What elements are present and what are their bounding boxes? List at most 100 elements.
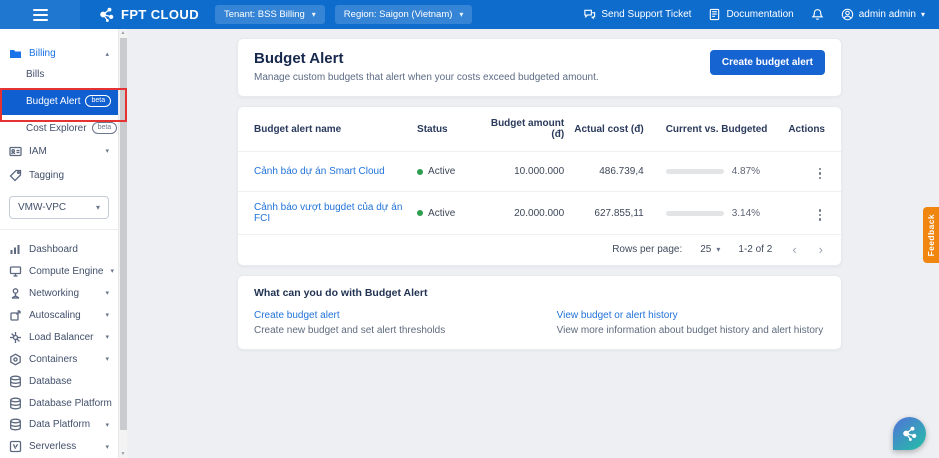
assistant-chat-fab[interactable] (893, 417, 926, 450)
table-header-row: Budget alert name Status Budget amount (… (238, 107, 841, 152)
sidebar-item-load-balancer[interactable]: Load Balancer ▾ (0, 326, 118, 348)
row-actions-kebab-icon[interactable] (815, 166, 826, 182)
sidebar-item-label: Bills (26, 69, 45, 80)
load-balancer-icon (10, 331, 21, 343)
sidebar-item-networking[interactable]: Networking ▾ (0, 282, 118, 304)
database-icon (10, 397, 21, 409)
sidebar-item-billing[interactable]: Billing ▴ (0, 43, 118, 64)
user-menu[interactable]: admin admin ▾ (841, 8, 925, 21)
status-badge: Active (417, 208, 481, 219)
sidebar-item-bills[interactable]: Bills (0, 64, 118, 85)
sidebar-item-label: Data Platform (29, 419, 91, 431)
create-budget-alert-link[interactable]: Create budget alert (254, 310, 557, 321)
vpc-selected-value: VMW-VPC (18, 202, 67, 214)
documentation-label: Documentation (726, 9, 794, 20)
tenant-selector[interactable]: Tenant: BSS Billing ▾ (214, 5, 325, 24)
prev-page-icon[interactable]: ‹ (790, 243, 798, 256)
sidebar-item-label: Tagging (29, 170, 65, 182)
notification-bell-icon[interactable] (811, 8, 824, 21)
sidebar-item-database[interactable]: Database (0, 370, 118, 392)
chevron-down-icon: ▾ (105, 334, 109, 342)
col-header-status: Status (417, 123, 448, 135)
table-pagination: Rows per page: 25 ▾ 1-2 of 2 ‹ › (238, 235, 841, 265)
sidebar-item-label: Billing (29, 48, 56, 59)
sidebar: Billing ▴ Bills Budget Alert beta Cost E… (0, 29, 122, 458)
sidebar-item-dashboard[interactable]: Dashboard (0, 238, 118, 260)
feedback-tab[interactable]: Feedback (923, 207, 939, 263)
sidebar-item-label: Load Balancer (29, 331, 94, 343)
scroll-down-icon[interactable]: ▼ (119, 450, 127, 458)
budget-alert-link[interactable]: Cảnh báo dự án Smart Cloud (254, 166, 385, 177)
sidebar-item-label: Database (29, 375, 72, 387)
progress-track (665, 169, 724, 174)
page-subtitle: Manage custom budgets that alert when yo… (254, 72, 599, 83)
content-column: Budget Alert Manage custom budgets that … (237, 38, 842, 350)
budget-alert-table-card: Budget alert name Status Budget amount (… (237, 106, 842, 266)
col-header-name: Budget alert name (254, 123, 342, 135)
sidebar-scrollbar[interactable]: ▲ ▼ (118, 29, 127, 458)
scrollbar-thumb[interactable] (120, 38, 127, 430)
support-chat-icon (584, 9, 596, 20)
sidebar-item-compute-engine[interactable]: Compute Engine ▾ (0, 260, 118, 282)
fpt-molecule-icon (100, 7, 114, 22)
region-selector[interactable]: Region: Saigon (Vietnam) ▾ (334, 5, 473, 24)
status-label: Active (428, 207, 456, 219)
fpt-molecule-icon (903, 426, 917, 441)
sidebar-item-label: Cost Explorer (26, 122, 87, 134)
database-icon (10, 375, 21, 388)
sidebar-item-serverless[interactable]: Serverless ▾ (0, 436, 118, 458)
progress-percent: 3.14% (731, 207, 761, 219)
chevron-down-icon: ▾ (105, 148, 109, 156)
rows-per-page-value: 25 (700, 244, 712, 255)
vpc-selector[interactable]: VMW-VPC ▾ (9, 196, 109, 220)
sidebar-item-cost-explorer[interactable]: Cost Explorer beta (0, 118, 118, 139)
rows-per-page-selector[interactable]: 25 ▾ (700, 244, 720, 255)
send-support-ticket-button[interactable]: Send Support Ticket (583, 8, 691, 21)
chevron-down-icon: ▾ (105, 290, 109, 298)
documentation-button[interactable]: Documentation (708, 8, 794, 21)
rows-per-page-label: Rows per page: (612, 244, 683, 255)
create-budget-alert-button[interactable]: Create budget alert (709, 50, 825, 75)
chevron-down-icon: ▾ (105, 443, 109, 451)
info-grid: Create budget alert Create new budget an… (254, 310, 825, 336)
sidebar-item-containers[interactable]: Containers ▾ (0, 348, 118, 370)
hamburger-icon (32, 8, 48, 21)
progress-percent: 4.87% (731, 166, 761, 177)
region-label: Region: Saigon (Vietnam) (343, 9, 453, 20)
document-icon (710, 8, 720, 21)
sidebar-item-label: Networking (29, 287, 80, 299)
chevron-down-icon: ▾ (110, 268, 115, 276)
status-label: Active (428, 166, 456, 177)
info-card: What can you do with Budget Alert Create… (237, 275, 842, 350)
row-actions-kebab-icon[interactable] (815, 207, 826, 223)
hexagon-icon (10, 353, 21, 366)
tenant-label: Tenant: BSS Billing (223, 9, 305, 20)
chevron-down-icon: ▾ (311, 10, 316, 19)
progress-bar: 3.14% (665, 207, 785, 219)
main-area: Budget Alert Manage custom budgets that … (127, 29, 939, 458)
database-icon (10, 419, 21, 431)
sidebar-item-database-platform[interactable]: Database Platform ▾ (0, 392, 122, 414)
status-badge: Active (417, 166, 481, 177)
hamburger-menu-button[interactable] (0, 0, 80, 29)
budget-alert-link[interactable]: Cảnh báo vượt bugdet của dự án FCI (254, 202, 402, 224)
sidebar-item-budget-alert[interactable]: Budget Alert beta (0, 88, 118, 115)
network-icon (11, 287, 20, 299)
view-budget-history-link[interactable]: View budget or alert history (557, 310, 825, 321)
sidebar-item-label: Compute Engine (29, 265, 104, 277)
sidebar-item-iam[interactable]: IAM ▾ (0, 139, 118, 164)
sidebar-item-data-platform[interactable]: Data Platform ▾ (0, 414, 118, 436)
scroll-up-icon[interactable]: ▲ (119, 29, 127, 37)
next-page-icon[interactable]: › (817, 243, 825, 256)
sidebar-item-tagging[interactable]: Tagging (0, 164, 118, 189)
chevron-down-icon: ▾ (459, 10, 464, 19)
col-header-current: Current vs. Budgeted (665, 123, 768, 135)
chevron-down-icon: ▾ (105, 356, 109, 364)
page-header-card: Budget Alert Manage custom budgets that … (237, 38, 842, 97)
sidebar-item-autoscaling[interactable]: Autoscaling ▾ (0, 304, 118, 326)
chevron-down-icon: ▾ (920, 10, 925, 19)
beta-badge: beta (91, 122, 118, 135)
pagination-range: 1-2 of 2 (738, 244, 773, 255)
user-name: admin admin (858, 9, 916, 20)
chevron-up-icon: ▴ (105, 50, 109, 58)
